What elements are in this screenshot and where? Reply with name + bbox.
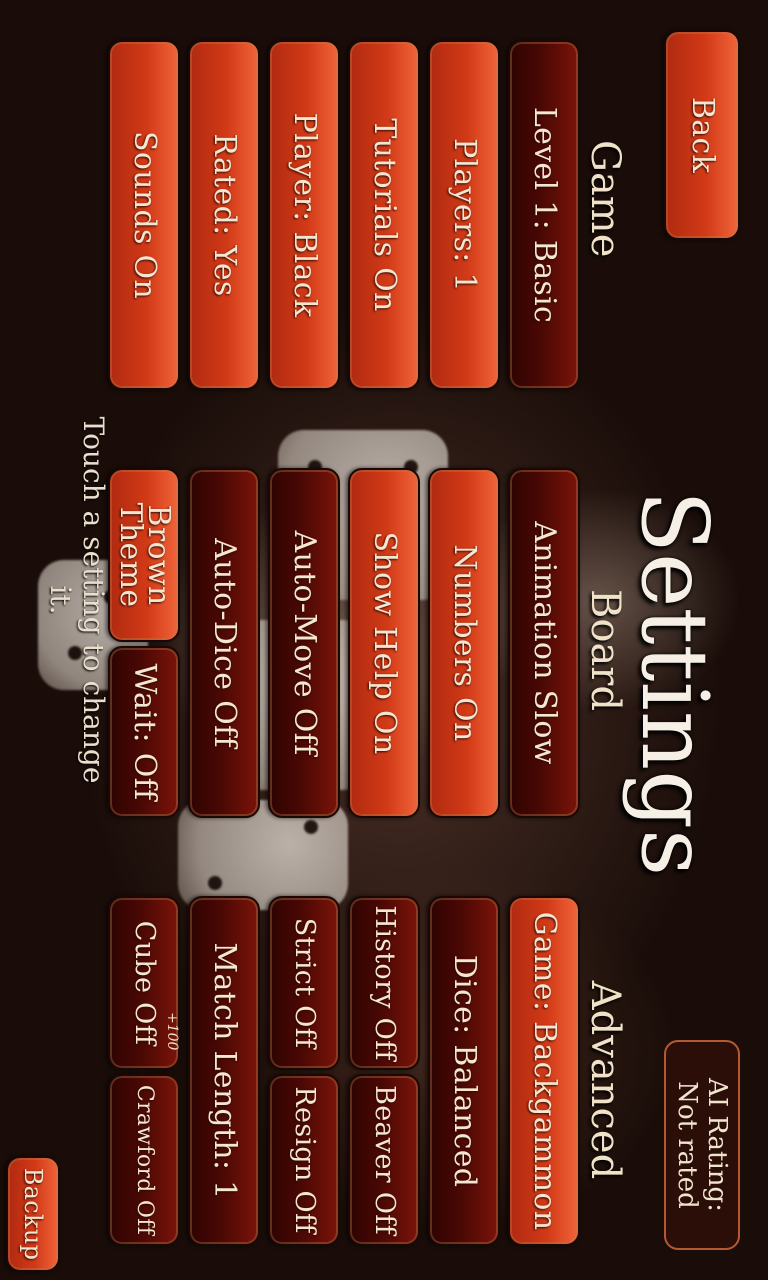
cube-superscript: +100 [164, 1012, 180, 1051]
section-title-board: Board [582, 588, 628, 712]
match-length-button[interactable]: Match Length: 1 [188, 896, 260, 1246]
ai-rating-badge: AI Rating: Not rated [664, 1040, 740, 1250]
game-type-button[interactable]: Game: Backgammon [508, 896, 580, 1246]
rated-button[interactable]: Rated: Yes [188, 40, 260, 390]
section-title-game: Game [582, 140, 628, 258]
strict-button[interactable]: Strict Off [268, 896, 340, 1070]
ai-rating-value: Not rated [672, 1081, 702, 1209]
history-button[interactable]: History Off [348, 896, 420, 1070]
theme-button[interactable]: Brown Theme [108, 468, 180, 642]
backup-button[interactable]: Backup [6, 1156, 60, 1272]
resign-button[interactable]: Resign Off [268, 1074, 340, 1246]
sounds-button[interactable]: Sounds On [108, 40, 180, 390]
numbers-button[interactable]: Numbers On [428, 468, 500, 818]
hint-text: Touch a setting to change it. [44, 416, 110, 784]
wait-button[interactable]: Wait: Off [108, 646, 180, 818]
auto-move-button[interactable]: Auto-Move Off [268, 468, 340, 818]
animation-button[interactable]: Animation Slow [508, 468, 580, 818]
auto-dice-button[interactable]: Auto-Dice Off [188, 468, 260, 818]
page-title: Settings [621, 490, 728, 877]
settings-screen: Back Settings AI Rating: Not rated Game … [0, 0, 768, 1280]
ai-rating-label: AI Rating: [702, 1078, 732, 1212]
players-button[interactable]: Players: 1 [428, 40, 500, 390]
show-help-button[interactable]: Show Help On [348, 468, 420, 818]
dice-button[interactable]: Dice: Balanced [428, 896, 500, 1246]
player-color-button[interactable]: Player: Black [268, 40, 340, 390]
landscape-canvas: Back Settings AI Rating: Not rated Game … [0, 0, 768, 1280]
section-title-advanced: Advanced [582, 980, 628, 1180]
crawford-button[interactable]: Crawford Off [108, 1074, 180, 1246]
beaver-button[interactable]: Beaver Off [348, 1074, 420, 1246]
tutorials-button[interactable]: Tutorials On [348, 40, 420, 390]
level-button[interactable]: Level 1: Basic [508, 40, 580, 390]
back-button[interactable]: Back [664, 30, 740, 240]
